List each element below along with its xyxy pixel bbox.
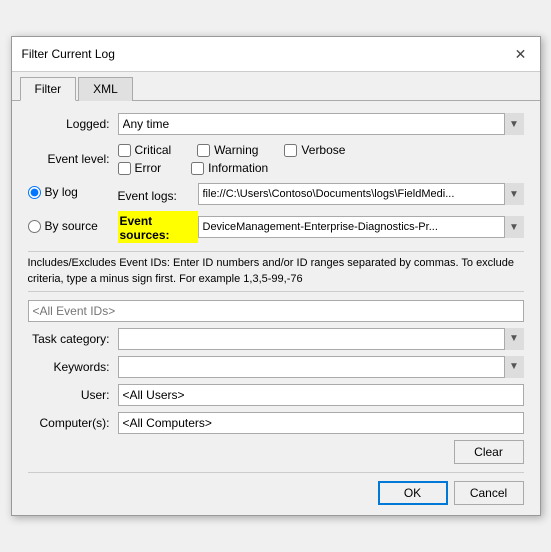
- checkbox-information-label: Information: [208, 161, 268, 175]
- dialog: Filter Current Log ✕ Filter XML Logged: …: [11, 36, 541, 516]
- checkbox-verbose: Verbose: [284, 143, 345, 157]
- by-source-radio[interactable]: [28, 220, 41, 233]
- by-log-radio-item[interactable]: By log: [28, 185, 110, 199]
- checkbox-warning: Warning: [197, 143, 258, 157]
- event-id-row: [28, 300, 524, 322]
- clear-button[interactable]: Clear: [454, 440, 524, 464]
- computer-input-wrapper: [118, 412, 524, 434]
- event-logs-label: Event logs:: [118, 186, 198, 203]
- task-category-row: Task category: ▼: [28, 328, 524, 350]
- checkbox-error-input[interactable]: [118, 162, 131, 175]
- log-source-section: By log By source Event logs: file://C:\U…: [28, 183, 524, 243]
- logged-select-wrapper: Any time Last hour Last 12 hours Last 24…: [118, 113, 524, 135]
- event-level-checkboxes: Critical Warning Verbose Error: [118, 143, 362, 175]
- task-category-select[interactable]: [118, 328, 524, 350]
- event-logs-row: Event logs: file://C:\Users\Contoso\Docu…: [118, 183, 524, 205]
- keywords-wrapper: ▼: [118, 356, 524, 378]
- computer-row: Computer(s):: [28, 412, 524, 434]
- radio-column: By log By source: [28, 183, 118, 243]
- dialog-buttons: OK Cancel: [28, 472, 524, 505]
- event-level-label: Event level:: [28, 152, 118, 166]
- event-sources-row: Event sources: DeviceManagement-Enterpri…: [118, 211, 524, 243]
- checkbox-verbose-label: Verbose: [301, 143, 345, 157]
- checkbox-warning-input[interactable]: [197, 144, 210, 157]
- event-sources-select[interactable]: DeviceManagement-Enterprise-Diagnostics-…: [198, 216, 524, 238]
- clear-row: Clear: [28, 440, 524, 464]
- user-label: User:: [28, 388, 118, 402]
- checkbox-critical-label: Critical: [135, 143, 172, 157]
- logged-label: Logged:: [28, 117, 118, 131]
- event-sources-label: Event sources:: [118, 211, 198, 243]
- keywords-select[interactable]: [118, 356, 524, 378]
- by-source-label: By source: [45, 219, 98, 233]
- logged-select[interactable]: Any time Last hour Last 12 hours Last 24…: [118, 113, 524, 135]
- checkbox-verbose-input[interactable]: [284, 144, 297, 157]
- event-logs-select-wrapper: file://C:\Users\Contoso\Documents\logs\F…: [198, 183, 524, 205]
- user-input-wrapper: [118, 384, 524, 406]
- checkbox-information: Information: [191, 161, 268, 175]
- task-category-wrapper: ▼: [118, 328, 524, 350]
- checkbox-error-label: Error: [135, 161, 162, 175]
- computer-label: Computer(s):: [28, 416, 118, 430]
- tabs-bar: Filter XML: [12, 72, 540, 101]
- checkbox-warning-label: Warning: [214, 143, 258, 157]
- checkbox-critical: Critical: [118, 143, 172, 157]
- close-button[interactable]: ✕: [512, 45, 530, 63]
- tab-filter[interactable]: Filter: [20, 77, 77, 101]
- event-id-input[interactable]: [28, 300, 524, 322]
- by-log-label: By log: [45, 185, 78, 199]
- checkbox-information-input[interactable]: [191, 162, 204, 175]
- event-sources-select-wrapper: DeviceManagement-Enterprise-Diagnostics-…: [198, 216, 524, 238]
- user-input[interactable]: [118, 384, 524, 406]
- title-bar: Filter Current Log ✕: [12, 37, 540, 72]
- by-log-radio[interactable]: [28, 186, 41, 199]
- user-row: User:: [28, 384, 524, 406]
- event-fields: Event logs: file://C:\Users\Contoso\Docu…: [118, 183, 524, 243]
- dialog-title: Filter Current Log: [22, 47, 115, 61]
- cancel-button[interactable]: Cancel: [454, 481, 524, 505]
- logged-row: Logged: Any time Last hour Last 12 hours…: [28, 113, 524, 135]
- checkbox-error: Error: [118, 161, 162, 175]
- computer-input[interactable]: [118, 412, 524, 434]
- checkbox-critical-input[interactable]: [118, 144, 131, 157]
- filter-content: Logged: Any time Last hour Last 12 hours…: [12, 101, 540, 515]
- ok-button[interactable]: OK: [378, 481, 448, 505]
- help-text: Includes/Excludes Event IDs: Enter ID nu…: [28, 251, 524, 292]
- keywords-row: Keywords: ▼: [28, 356, 524, 378]
- keywords-label: Keywords:: [28, 360, 118, 374]
- event-logs-select[interactable]: file://C:\Users\Contoso\Documents\logs\F…: [198, 183, 524, 205]
- task-category-label: Task category:: [28, 332, 118, 346]
- tab-xml[interactable]: XML: [78, 77, 133, 101]
- by-source-radio-item[interactable]: By source: [28, 219, 110, 233]
- event-level-row: Event level: Critical Warning Verbose: [28, 143, 524, 175]
